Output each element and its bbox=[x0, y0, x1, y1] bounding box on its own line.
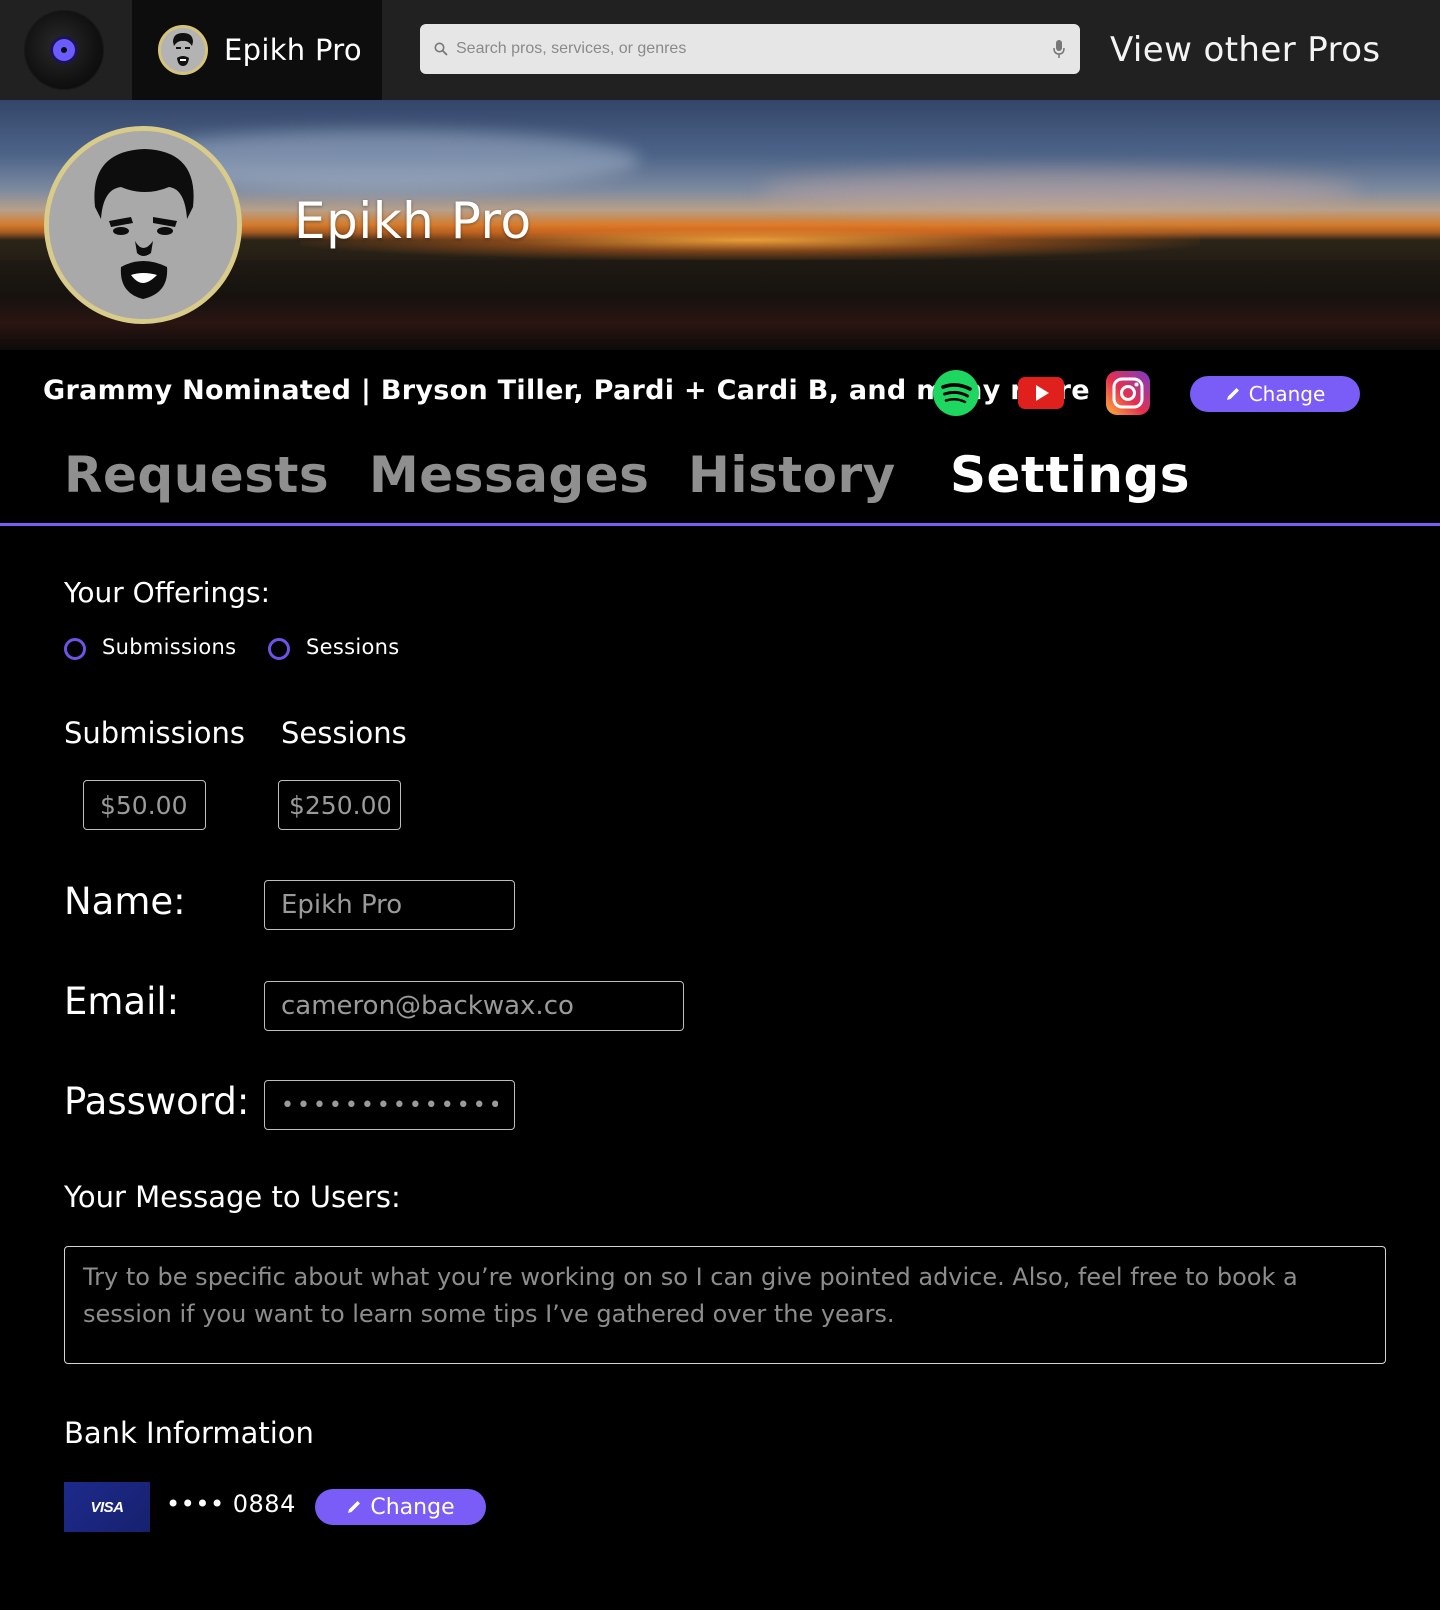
message-to-users-textarea[interactable]: Try to be specific about what you’re wor… bbox=[64, 1246, 1386, 1364]
user-account-tab[interactable]: Epikh Pro bbox=[132, 0, 382, 100]
profile-avatar[interactable] bbox=[44, 126, 242, 324]
vinyl-logo-icon[interactable] bbox=[24, 10, 104, 90]
view-other-pros-link[interactable]: View other Pros bbox=[1110, 0, 1381, 100]
spotify-icon[interactable] bbox=[933, 370, 979, 416]
visa-card-icon: VISA bbox=[64, 1482, 150, 1532]
submissions-radio-label[interactable]: Submissions bbox=[102, 635, 236, 659]
sessions-price-heading: Sessions bbox=[281, 716, 407, 750]
password-label: Password: bbox=[64, 1080, 250, 1123]
tab-underline bbox=[0, 523, 1440, 526]
tab-history[interactable]: History bbox=[688, 446, 896, 504]
change-socials-label: Change bbox=[1248, 382, 1326, 406]
change-bank-label: Change bbox=[370, 1494, 455, 1520]
card-number: •••• 0884 bbox=[166, 1490, 296, 1518]
tab-messages[interactable]: Messages bbox=[369, 446, 649, 504]
profile-name: Epikh Pro bbox=[294, 192, 532, 250]
search-icon bbox=[434, 42, 448, 56]
name-input[interactable] bbox=[264, 880, 515, 930]
search-bar[interactable] bbox=[420, 24, 1080, 74]
message-to-users-title: Your Message to Users: bbox=[64, 1180, 401, 1214]
change-bank-button[interactable]: Change bbox=[315, 1489, 486, 1525]
email-label: Email: bbox=[64, 980, 180, 1023]
email-input[interactable] bbox=[264, 981, 684, 1031]
sessions-radio[interactable] bbox=[268, 638, 290, 660]
sessions-radio-label[interactable]: Sessions bbox=[306, 635, 399, 659]
submission-price-input[interactable] bbox=[83, 780, 206, 830]
user-avatar bbox=[158, 25, 208, 75]
youtube-icon[interactable] bbox=[1018, 370, 1064, 416]
password-input[interactable] bbox=[264, 1080, 515, 1130]
submissions-radio[interactable] bbox=[64, 638, 86, 660]
change-socials-button[interactable]: Change bbox=[1190, 376, 1360, 412]
microphone-icon[interactable] bbox=[1052, 39, 1066, 59]
submissions-price-heading: Submissions bbox=[64, 716, 246, 750]
search-input[interactable] bbox=[456, 40, 1052, 58]
user-name: Epikh Pro bbox=[224, 33, 362, 67]
bank-information-title: Bank Information bbox=[64, 1416, 314, 1450]
pencil-icon bbox=[348, 1501, 361, 1513]
tab-settings[interactable]: Settings bbox=[950, 446, 1190, 504]
offerings-title: Your Offerings: bbox=[64, 576, 271, 609]
top-nav-bar: Epikh Pro View other Pros bbox=[0, 0, 1440, 100]
session-price-input[interactable] bbox=[278, 780, 401, 830]
pencil-icon bbox=[1226, 388, 1239, 400]
tab-requests[interactable]: Requests bbox=[64, 446, 329, 504]
name-label: Name: bbox=[64, 880, 186, 923]
instagram-icon[interactable] bbox=[1105, 370, 1151, 416]
